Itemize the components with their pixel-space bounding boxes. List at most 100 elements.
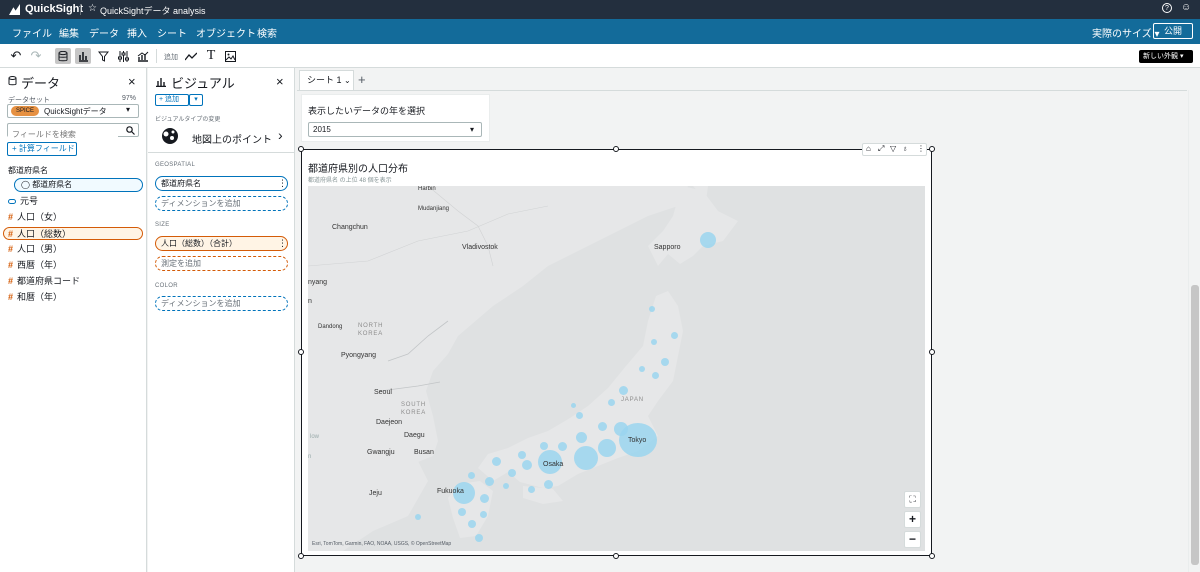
field-item-pref-code[interactable]: # 都道府県コード xyxy=(8,275,80,288)
data-point[interactable] xyxy=(485,477,494,486)
menu-insert[interactable]: 挿入 xyxy=(127,25,147,40)
zoom-in-button[interactable]: + xyxy=(904,511,921,528)
parameters-icon[interactable] xyxy=(115,48,131,64)
menu-data[interactable]: データ xyxy=(89,25,119,40)
data-point[interactable] xyxy=(639,366,645,372)
filter-icon[interactable] xyxy=(95,48,111,64)
data-point[interactable] xyxy=(598,422,607,431)
field-search-input[interactable] xyxy=(8,128,118,141)
data-point[interactable] xyxy=(598,439,616,457)
add-image-icon[interactable] xyxy=(222,48,238,64)
actual-size-dropdown[interactable]: 実際のサイズ ▾ xyxy=(1092,25,1160,40)
sheet-tab[interactable]: シート 1 ⌄ xyxy=(299,70,354,90)
user-icon[interactable]: ☺ xyxy=(1181,2,1191,13)
size-field-well[interactable]: 人口（総数）（合計） ⋮ xyxy=(155,236,288,251)
data-point[interactable] xyxy=(619,386,628,395)
data-point[interactable] xyxy=(540,442,548,450)
more-options-icon[interactable]: ⋮ xyxy=(278,237,287,250)
field-item-wareki[interactable]: # 和暦（年） xyxy=(8,291,62,304)
close-icon[interactable]: × xyxy=(276,74,284,89)
geospatial-add-well[interactable]: ディメンションを追加 xyxy=(155,196,288,211)
star-icon[interactable]: ☆ xyxy=(88,3,97,14)
field-item-pop-total[interactable]: # 人口（総数） xyxy=(3,227,143,240)
data-point[interactable] xyxy=(480,511,487,518)
data-point[interactable] xyxy=(608,399,615,406)
field-search[interactable] xyxy=(7,123,139,141)
appearance-dropdown[interactable]: 新しい外観 ▾ xyxy=(1139,50,1193,63)
more-options-icon[interactable]: ⋮ xyxy=(917,144,925,153)
data-point[interactable] xyxy=(480,494,489,503)
field-item-year[interactable]: # 西暦（年） xyxy=(8,259,62,272)
add-sheet-icon[interactable]: + xyxy=(358,72,366,87)
data-point[interactable] xyxy=(518,451,526,459)
data-point[interactable] xyxy=(528,486,535,493)
field-item-pop-female[interactable]: # 人口（女） xyxy=(8,211,62,224)
data-panel-toggle-icon[interactable] xyxy=(55,48,71,64)
filter-icon[interactable]: ▽ xyxy=(890,144,896,153)
data-point[interactable] xyxy=(661,358,669,366)
visual-type-selector[interactable]: 地図上のポイント › xyxy=(148,123,295,153)
scrollbar-thumb[interactable] xyxy=(1191,285,1199,565)
resize-handle-e[interactable] xyxy=(929,349,935,355)
data-point[interactable] xyxy=(700,232,716,248)
undo-icon[interactable]: ↶ xyxy=(8,48,24,64)
data-point[interactable] xyxy=(576,432,587,443)
lightbulb-icon[interactable]: ♁ xyxy=(902,144,908,153)
publish-button[interactable]: 公開 xyxy=(1153,23,1193,39)
data-point[interactable] xyxy=(651,339,657,345)
resize-handle-w[interactable] xyxy=(298,349,304,355)
data-point[interactable] xyxy=(522,460,532,470)
insights-icon[interactable]: ⌂ xyxy=(866,144,871,153)
data-point[interactable] xyxy=(571,403,576,408)
data-point[interactable] xyxy=(415,514,421,520)
field-item-gengo[interactable]: 元号 xyxy=(8,195,38,208)
resize-handle-sw[interactable] xyxy=(298,553,304,559)
resize-handle-n[interactable] xyxy=(613,146,619,152)
data-point[interactable] xyxy=(503,483,509,489)
dataset-select[interactable]: SPICE QuickSightデータ ▾ xyxy=(7,104,139,118)
data-point[interactable] xyxy=(574,446,598,470)
zoom-out-button[interactable]: − xyxy=(904,531,921,548)
data-point[interactable] xyxy=(458,508,466,516)
add-visual-icon[interactable] xyxy=(183,48,199,64)
resize-handle-nw[interactable] xyxy=(298,146,304,152)
menu-file[interactable]: ファイル xyxy=(12,25,52,40)
menu-search[interactable]: 検索 xyxy=(257,25,277,40)
add-text-icon[interactable]: T xyxy=(203,48,219,64)
data-point[interactable] xyxy=(492,457,501,466)
expand-icon[interactable]: ⤢ xyxy=(878,144,884,154)
resize-handle-s[interactable] xyxy=(613,553,619,559)
data-point[interactable] xyxy=(652,372,659,379)
calc-field-button[interactable]: + 計算フィールド xyxy=(7,142,77,156)
menu-object[interactable]: オブジェクト xyxy=(196,25,256,40)
data-point[interactable] xyxy=(508,469,516,477)
data-point[interactable] xyxy=(558,442,567,451)
geospatial-field-well[interactable]: 都道府県名 ⋮ xyxy=(155,176,288,191)
data-point[interactable] xyxy=(468,472,475,479)
more-options-icon[interactable]: ⋮ xyxy=(278,177,287,190)
recenter-button[interactable]: ⛶ xyxy=(904,491,921,508)
resize-handle-ne[interactable] xyxy=(929,146,935,152)
data-point[interactable] xyxy=(475,534,483,542)
map-area[interactable]: Sapporo Vladivostok Mudanjiang Changchun… xyxy=(308,186,925,551)
menu-sheet[interactable]: シート xyxy=(157,25,187,40)
close-icon[interactable]: × xyxy=(128,74,136,89)
data-point[interactable] xyxy=(576,412,583,419)
menu-edit[interactable]: 編集 xyxy=(59,25,79,40)
help-icon[interactable]: ? xyxy=(1162,3,1172,13)
add-visual-button[interactable]: + 追加 xyxy=(155,94,189,106)
redo-icon[interactable]: ↷ xyxy=(28,48,44,64)
size-add-well[interactable]: 測定を追加 xyxy=(155,256,288,271)
visual-panel-toggle-icon[interactable] xyxy=(75,48,91,64)
hierarchy-field-pill[interactable]: ◯ 都道府県名 xyxy=(14,178,143,192)
resize-handle-se[interactable] xyxy=(929,553,935,559)
add-visual-dropdown[interactable]: ▾ xyxy=(189,94,203,106)
data-point[interactable] xyxy=(649,306,655,312)
sheet-scrollbar[interactable] xyxy=(1188,90,1200,572)
data-point[interactable] xyxy=(671,332,678,339)
year-select[interactable]: 2015 ▾ xyxy=(308,122,482,137)
data-point[interactable] xyxy=(468,520,476,528)
field-item-pop-male[interactable]: # 人口（男） xyxy=(8,243,62,256)
color-add-well[interactable]: ディメンションを追加 xyxy=(155,296,288,311)
map-visual[interactable]: 都道府県別の人口分布 都道府県名 の上位 48 個を表示 Sapporo Vla… xyxy=(301,149,932,556)
